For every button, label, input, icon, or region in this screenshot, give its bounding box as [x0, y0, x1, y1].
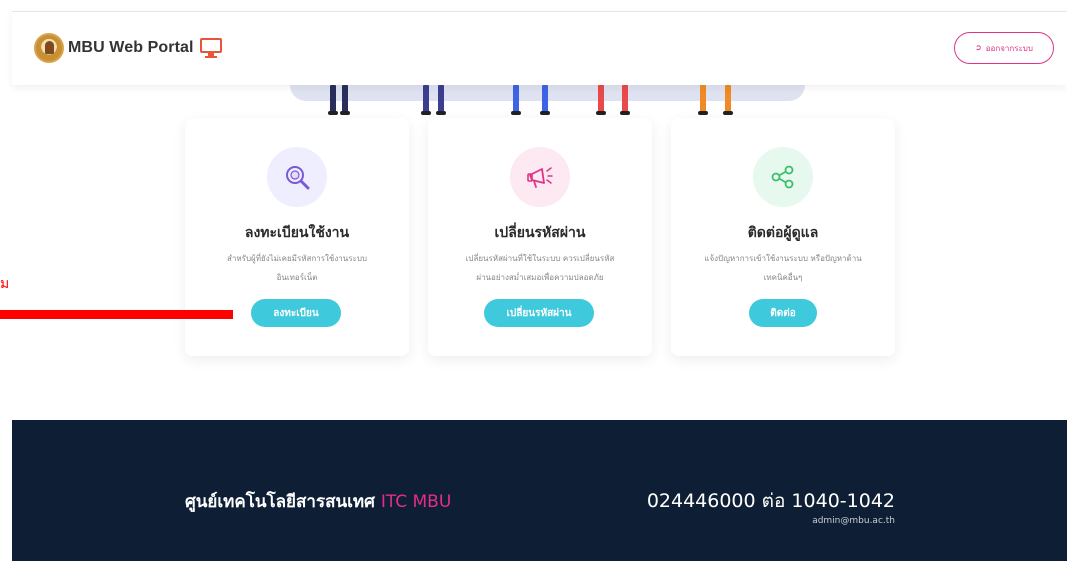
- footer-center-accent: ITC MBU: [380, 492, 452, 512]
- footer-center-name: ศูนย์เทคโนโลยีสารสนเทศ ITC MBU: [185, 488, 451, 515]
- illustration-leg: [540, 85, 550, 115]
- change-password-title: เปลี่ยนรหัสผ่าน: [494, 225, 586, 241]
- footer: ศูนย์เทคโนโลยีสารสนเทศ ITC MBU 024446000…: [12, 420, 1067, 561]
- annotation-pointer-bar: [0, 310, 233, 319]
- megaphone-icon: [510, 147, 570, 207]
- contact-button[interactable]: ติดต่อ: [749, 299, 817, 327]
- logout-button[interactable]: ➲ ออกจากระบบ: [954, 32, 1054, 64]
- register-desc-line: อินเทอร์เน็ต: [276, 273, 318, 282]
- illustration-leg: [620, 85, 630, 115]
- illustration-leg: [340, 85, 350, 115]
- contact-admin-desc-line: เทคนิคอื่นๆ: [763, 273, 803, 282]
- contact-admin-description: แจ้งปัญหาการเข้าใช้งานระบบ หรือปัญหาด้าน…: [689, 249, 877, 287]
- register-description: สำหรับผู้ที่ยังไม่เคยมีรหัสการใช้งานระบบ…: [203, 249, 391, 287]
- change-password-desc-line: เปลี่ยนรหัสผ่านที่ใช้ในระบบ ควรเปลี่ยนรห…: [465, 254, 615, 263]
- illustration-leg: [723, 85, 733, 115]
- change-password-desc-line: ผ่านอย่างสม่ำเสมอเพื่อความปลอดภัย: [476, 273, 604, 282]
- top-navbar: MBU Web Portal ➲ ออกจากระบบ: [12, 11, 1067, 85]
- register-desc-line: สำหรับผู้ที่ยังไม่เคยมีรหัสการใช้งานระบบ: [227, 254, 367, 263]
- people-illustration: [280, 85, 810, 115]
- monitor-icon: [199, 38, 222, 58]
- register-title: ลงทะเบียนใช้งาน: [244, 225, 350, 241]
- footer-email[interactable]: admin@mbu.ac.th: [812, 516, 895, 526]
- share-icon: [753, 147, 813, 207]
- brand[interactable]: MBU Web Portal: [34, 33, 222, 63]
- magnifier-icon: [267, 147, 327, 207]
- illustration-leg: [436, 85, 446, 115]
- brand-title: MBU Web Portal: [68, 39, 194, 56]
- annotation-mark: ม: [0, 276, 10, 292]
- change-password-description: เปลี่ยนรหัสผ่านที่ใช้ในระบบ ควรเปลี่ยนรห…: [446, 249, 634, 287]
- logout-icon: ➲: [975, 43, 982, 52]
- illustration-leg: [328, 85, 338, 115]
- contact-admin-card: ติดต่อผู้ดูแล แจ้งปัญหาการเข้าใช้งานระบบ…: [671, 118, 895, 356]
- page: MBU Web Portal ➲ ออกจากระบบ ลงทะเบียนใช้…: [0, 0, 1067, 561]
- illustration-leg: [596, 85, 606, 115]
- register-button[interactable]: ลงทะเบียน: [251, 299, 341, 327]
- illustration-leg: [421, 85, 431, 115]
- contact-admin-desc-line: แจ้งปัญหาการเข้าใช้งานระบบ หรือปัญหาด้าน: [704, 254, 862, 263]
- register-card: ลงทะเบียนใช้งาน สำหรับผู้ที่ยังไม่เคยมีร…: [185, 118, 409, 356]
- change-password-button[interactable]: เปลี่ยนรหัสผ่าน: [484, 299, 594, 327]
- illustration-leg: [698, 85, 708, 115]
- university-logo: [34, 33, 64, 63]
- footer-center-name-text: ศูนย์เทคโนโลยีสารสนเทศ: [185, 492, 375, 512]
- illustration-leg: [511, 85, 521, 115]
- logout-label: ออกจากระบบ: [985, 43, 1033, 53]
- change-password-card: เปลี่ยนรหัสผ่าน เปลี่ยนรหัสผ่านที่ใช้ในร…: [428, 118, 652, 356]
- contact-admin-title: ติดต่อผู้ดูแล: [747, 225, 819, 241]
- footer-phone: 024446000 ต่อ 1040-1042: [646, 490, 895, 512]
